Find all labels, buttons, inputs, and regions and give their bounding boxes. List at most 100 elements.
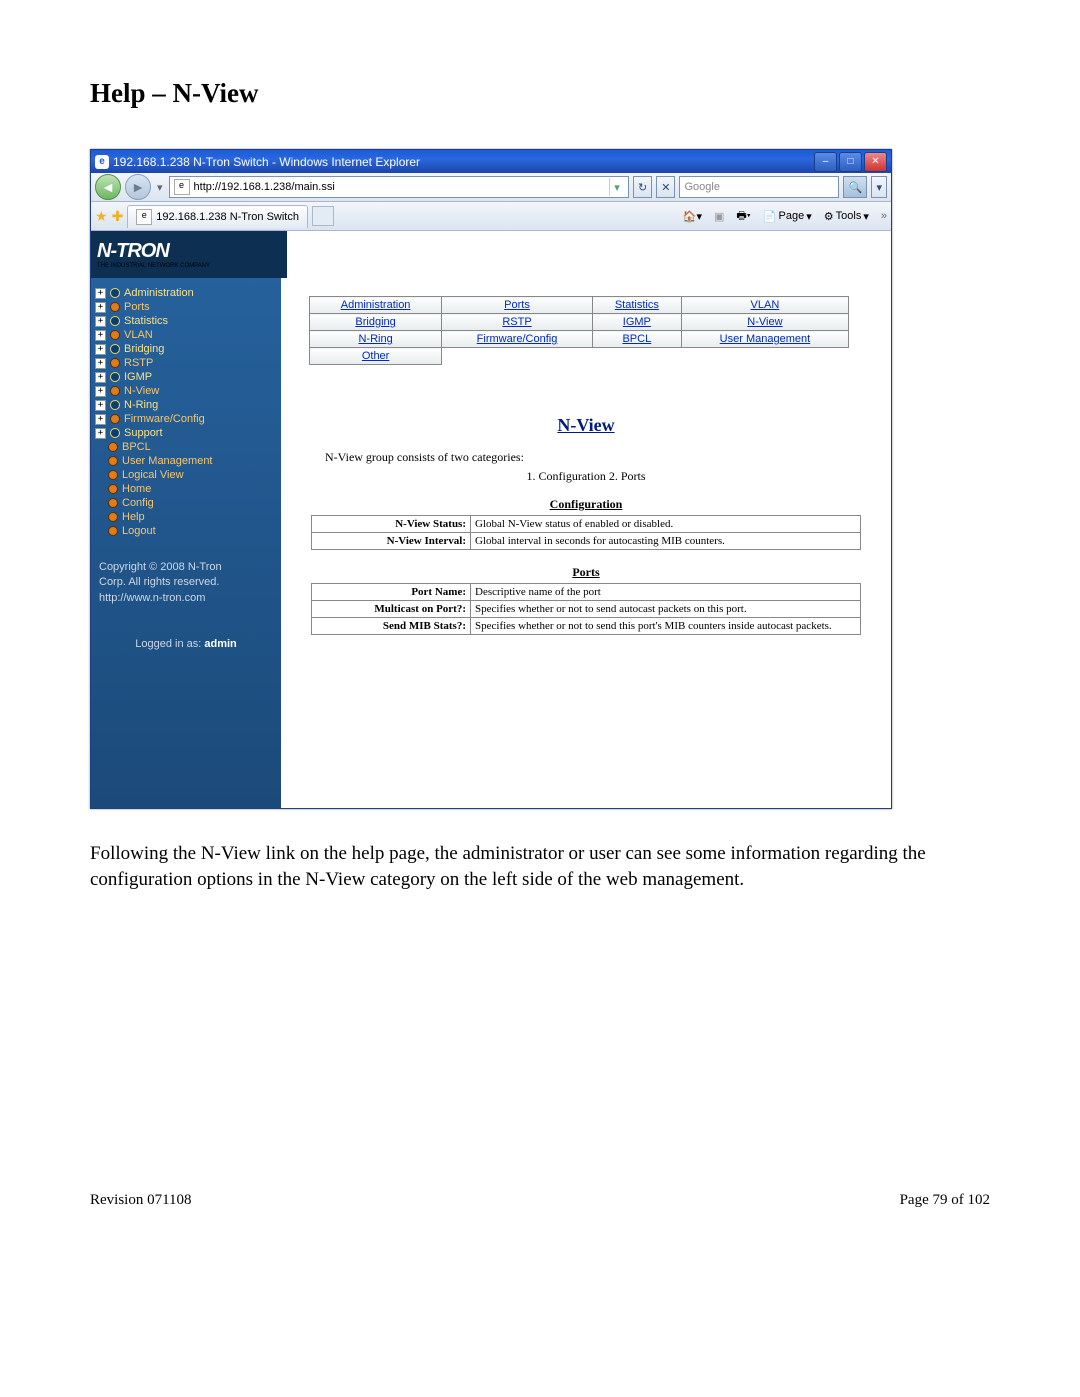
sidebar-item-label: VLAN <box>124 329 153 341</box>
stop-button[interactable]: ✕ <box>656 176 675 198</box>
sidebar-item-label: N-Ring <box>124 399 158 411</box>
ports-table: Ports Port Name:Descriptive name of the … <box>311 562 861 635</box>
sidebar-item-statistics[interactable]: + Statistics <box>95 314 277 328</box>
url-text: http://192.168.1.238/main.ssi <box>194 181 606 193</box>
expand-icon[interactable]: + <box>95 400 106 411</box>
sidebar-item-vlan[interactable]: + VLAN <box>95 328 277 342</box>
folder-icon <box>110 400 120 410</box>
help-links-grid: Administration Ports Statistics VLAN Bridgin… <box>309 296 849 365</box>
sidebar-item-igmp[interactable]: + IGMP <box>95 370 277 384</box>
browser-tab[interactable]: e 192.168.1.238 N-Tron Switch <box>127 205 308 228</box>
sidebar-item-ports[interactable]: +Ports <box>95 300 277 314</box>
description-paragraph: Following the N-View link on the help pa… <box>90 841 990 892</box>
table-key: N-View Interval: <box>312 533 471 550</box>
expand-icon[interactable] <box>95 471 104 480</box>
home-icon[interactable]: 🏠▾ <box>679 210 706 223</box>
address-dropdown-icon[interactable]: ▾ <box>609 178 624 196</box>
sidebar-item-help[interactable]: Help <box>95 510 277 524</box>
table-value: Descriptive name of the port <box>471 584 861 601</box>
expand-icon[interactable]: + <box>95 330 106 341</box>
sidebar-item-user-management[interactable]: User Management <box>95 454 277 468</box>
sidebar-item-label: Statistics <box>124 315 168 327</box>
expand-icon[interactable]: + <box>95 428 106 439</box>
sidebar-item-label: Logout <box>122 525 156 537</box>
search-options-dropdown[interactable]: ▾ <box>871 176 887 198</box>
expand-icon[interactable]: + <box>95 386 106 397</box>
sidebar-item-support[interactable]: +Support <box>95 426 277 440</box>
expand-icon[interactable]: + <box>95 358 106 369</box>
help-link-n-ring[interactable]: N-Ring <box>358 333 392 345</box>
help-link-other[interactable]: Other <box>362 350 390 362</box>
sidebar-item-logout[interactable]: Logout <box>95 524 277 538</box>
history-dropdown-icon[interactable]: ▾ <box>155 181 165 194</box>
feeds-icon[interactable]: ▣ <box>710 210 728 223</box>
favorites-star-icon[interactable]: ★ <box>95 208 108 225</box>
browser-window: e 192.168.1.238 N-Tron Switch - Windows … <box>90 149 892 809</box>
minimize-button[interactable]: – <box>814 152 837 172</box>
expand-icon[interactable]: + <box>95 316 106 327</box>
table-value: Global interval in seconds for autocasti… <box>471 533 861 550</box>
chevron-overflow-icon[interactable]: » <box>877 210 887 222</box>
nav-tree: +Administration+Ports+Statistics+VLAN+Br… <box>91 278 281 546</box>
help-link-statistics[interactable]: Statistics <box>615 299 659 311</box>
table-key: Multicast on Port?: <box>312 601 471 618</box>
sidebar-item-rstp[interactable]: + RSTP <box>95 356 277 370</box>
forward-button[interactable]: ► <box>125 174 151 200</box>
help-link-vlan[interactable]: VLAN <box>751 299 780 311</box>
copyright-text: Copyright © 2008 N-TronCorp. All rights … <box>91 546 281 620</box>
help-link-firmware-config[interactable]: Firmware/Config <box>477 333 558 345</box>
sidebar-item-n-view[interactable]: +N-View <box>95 384 277 398</box>
help-link-n-view[interactable]: N-View <box>747 316 782 328</box>
expand-icon[interactable]: + <box>95 344 106 355</box>
folder-icon <box>108 512 118 522</box>
expand-icon[interactable]: + <box>95 288 106 299</box>
expand-icon[interactable]: + <box>95 372 106 383</box>
close-button[interactable]: ✕ <box>864 152 887 172</box>
expand-icon[interactable]: + <box>95 302 106 313</box>
app-banner: N-TRON THE INDUSTRIAL NETWORK COMPANY <box>91 231 891 278</box>
folder-icon <box>110 330 120 340</box>
sidebar-item-label: IGMP <box>124 371 152 383</box>
tab-label: 192.168.1.238 N-Tron Switch <box>156 211 299 223</box>
help-link-bpcl[interactable]: BPCL <box>622 333 651 345</box>
sidebar-item-firmware-config[interactable]: +Firmware/Config <box>95 412 277 426</box>
address-bar[interactable]: e http://192.168.1.238/main.ssi ▾ <box>169 176 630 198</box>
help-link-administration[interactable]: Administration <box>341 299 411 311</box>
new-tab-button[interactable] <box>312 206 334 226</box>
maximize-button[interactable]: □ <box>839 152 862 172</box>
tools-menu[interactable]: ⚙ Tools ▾ <box>820 210 873 223</box>
expand-icon[interactable] <box>95 527 104 536</box>
sidebar-item-label: RSTP <box>124 357 153 369</box>
ntron-logo: N-TRON <box>97 240 169 262</box>
sidebar-item-label: Help <box>122 511 145 523</box>
expand-icon[interactable] <box>95 499 104 508</box>
help-link-rstp[interactable]: RSTP <box>502 316 531 328</box>
print-icon[interactable]: 🖶▾ <box>732 207 754 226</box>
sidebar-item-bridging[interactable]: +Bridging <box>95 342 277 356</box>
expand-icon[interactable] <box>95 457 104 466</box>
sidebar-item-administration[interactable]: +Administration <box>95 286 277 300</box>
refresh-button[interactable]: ↻ <box>633 176 652 198</box>
help-link-igmp[interactable]: IGMP <box>623 316 651 328</box>
search-input[interactable]: Google <box>679 176 839 198</box>
sidebar-item-n-ring[interactable]: + N-Ring <box>95 398 277 412</box>
help-link-ports[interactable]: Ports <box>504 299 530 311</box>
sidebar-item-logical-view[interactable]: Logical View <box>95 468 277 482</box>
expand-icon[interactable] <box>95 485 104 494</box>
sidebar-item-config[interactable]: Config <box>95 496 277 510</box>
page-title: Help – N-View <box>90 78 990 109</box>
help-link-bridging[interactable]: Bridging <box>355 316 395 328</box>
table-key: Port Name: <box>312 584 471 601</box>
sidebar-item-label: Logical View <box>122 469 184 481</box>
expand-icon[interactable]: + <box>95 414 106 425</box>
expand-icon[interactable] <box>95 513 104 522</box>
add-favorites-icon[interactable]: ✚ <box>112 208 124 225</box>
expand-icon[interactable] <box>95 443 104 452</box>
search-button[interactable]: 🔍 <box>843 176 867 198</box>
page-menu[interactable]: 📄 Page ▾ <box>759 210 816 223</box>
sidebar-item-bpcl[interactable]: BPCL <box>95 440 277 454</box>
back-button[interactable]: ◄ <box>95 174 121 200</box>
footer-page-number: Page 79 of 102 <box>900 1192 990 1209</box>
sidebar-item-home[interactable]: Home <box>95 482 277 496</box>
help-link-user-management[interactable]: User Management <box>720 333 811 345</box>
